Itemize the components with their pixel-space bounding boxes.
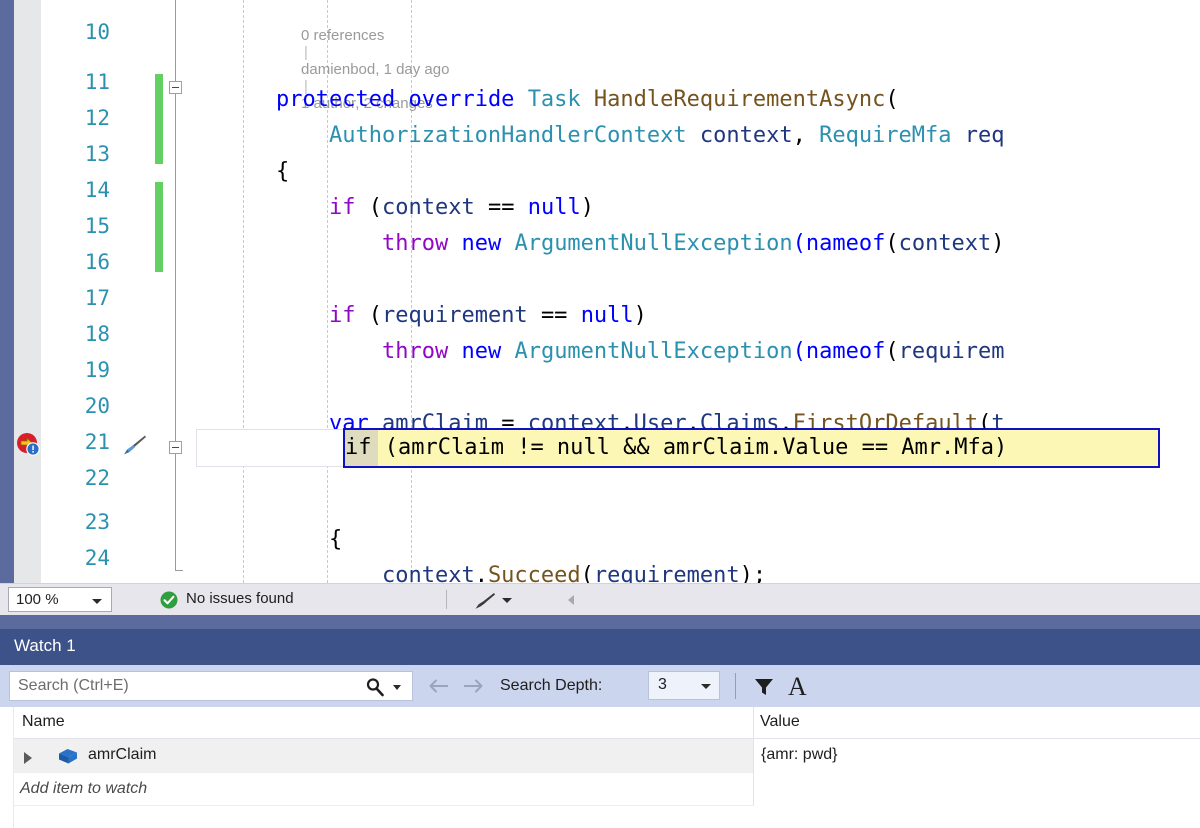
zoom-level-value: 100 % <box>16 591 59 608</box>
visual-studio-window: 0 references | damienbod, 1 day ago | 1 … <box>0 0 1200 828</box>
watch-panel: Watch 1 Search (Ctrl+E) Search Depth: 3 … <box>0 615 1200 828</box>
chevron-down-icon[interactable] <box>393 685 401 690</box>
watch-panel-top-accent <box>0 615 1200 629</box>
search-placeholder: Search (Ctrl+E) <box>18 677 129 694</box>
code-line[interactable]: 12 AuthorizationHandlerContext context, … <box>0 64 1200 148</box>
code-line[interactable]: 11 protected override Task HandleRequire… <box>0 28 1200 112</box>
expand-triangle-icon[interactable] <box>24 752 32 764</box>
brush-icon[interactable] <box>474 592 496 610</box>
line-number: 25 <box>0 576 110 583</box>
chevron-down-icon <box>92 599 102 604</box>
watch-item-name[interactable]: amrClaim <box>88 746 156 764</box>
breakpoint-action-brush-icon[interactable] <box>121 434 147 458</box>
watch-table-header: Name Value <box>0 707 1200 739</box>
code-line[interactable]: 23 { <box>0 468 1200 552</box>
code-line[interactable]: 13 { <box>0 100 1200 184</box>
code-line[interactable]: 18 throw new ArgumentNullException(nameo… <box>0 280 1200 364</box>
code-editor[interactable]: 0 references | damienbod, 1 day ago | 1 … <box>0 0 1200 583</box>
search-depth-label: Search Depth: <box>500 677 603 694</box>
column-header-name[interactable]: Name <box>22 713 65 731</box>
search-depth-dropdown[interactable]: 3 <box>648 671 720 700</box>
code-line[interactable]: 15 throw new ArgumentNullException(nameo… <box>0 172 1200 256</box>
zoom-level-dropdown[interactable]: 100 % <box>8 587 112 612</box>
code-line[interactable]: 21 <box>0 388 1200 454</box>
watch-item-value[interactable]: {amr: pwd} <box>761 746 837 764</box>
code-line[interactable]: 17 if (requirement == null) <box>0 244 1200 328</box>
add-watch-item-placeholder: Add item to watch <box>20 780 148 797</box>
search-icon[interactable] <box>365 677 385 697</box>
toolbar-separator <box>735 673 736 699</box>
highlight-keyword: if <box>345 435 372 460</box>
watch-panel-title: Watch 1 <box>14 636 76 655</box>
watch-toolbar: Search (Ctrl+E) Search Depth: 3 A <box>0 665 1200 707</box>
code-line[interactable]: 10 <box>0 0 1200 44</box>
code-line[interactable]: 16 <box>0 208 1200 274</box>
code-line[interactable]: 24 context.Succeed(requirement); <box>0 504 1200 583</box>
arrow-left-icon[interactable] <box>428 677 450 695</box>
editor-status-bar: 100 % No issues found <box>0 583 1200 615</box>
search-depth-value: 3 <box>658 676 667 693</box>
status-separator <box>446 590 447 609</box>
code-line[interactable]: 20 var amrClaim = context.User.Claims.Fi… <box>0 352 1200 436</box>
chevron-left-icon[interactable] <box>568 595 574 605</box>
issues-status-text: No issues found <box>186 590 294 607</box>
code-line[interactable]: 14 if (context == null) <box>0 136 1200 220</box>
highlight-rest: (amrClaim != null && amrClaim.Value == A… <box>371 435 1008 460</box>
object-cube-icon <box>56 747 80 767</box>
watch-panel-title-bar[interactable]: Watch 1 <box>0 629 1200 665</box>
watch-bottom-left-rail <box>0 806 14 828</box>
search-input[interactable]: Search (Ctrl+E) <box>9 671 413 701</box>
conditional-breakpoint-icon[interactable] <box>16 432 40 456</box>
funnel-icon[interactable] <box>753 676 775 698</box>
highlighted-code-text[interactable]: if (amrClaim != null && amrClaim.Value =… <box>345 430 1007 466</box>
chevron-down-icon <box>701 684 711 689</box>
arrow-right-icon[interactable] <box>462 677 484 695</box>
check-circle-icon <box>160 591 178 609</box>
column-header-value[interactable]: Value <box>760 713 800 731</box>
chevron-down-icon[interactable] <box>502 598 512 603</box>
code-line[interactable]: 19 <box>0 316 1200 382</box>
watch-bottom-area <box>0 806 1200 828</box>
alphabetical-sort-icon[interactable]: A <box>788 672 807 702</box>
code-line[interactable]: 25 } <box>0 540 1200 583</box>
codelens-inline-box <box>196 429 344 467</box>
